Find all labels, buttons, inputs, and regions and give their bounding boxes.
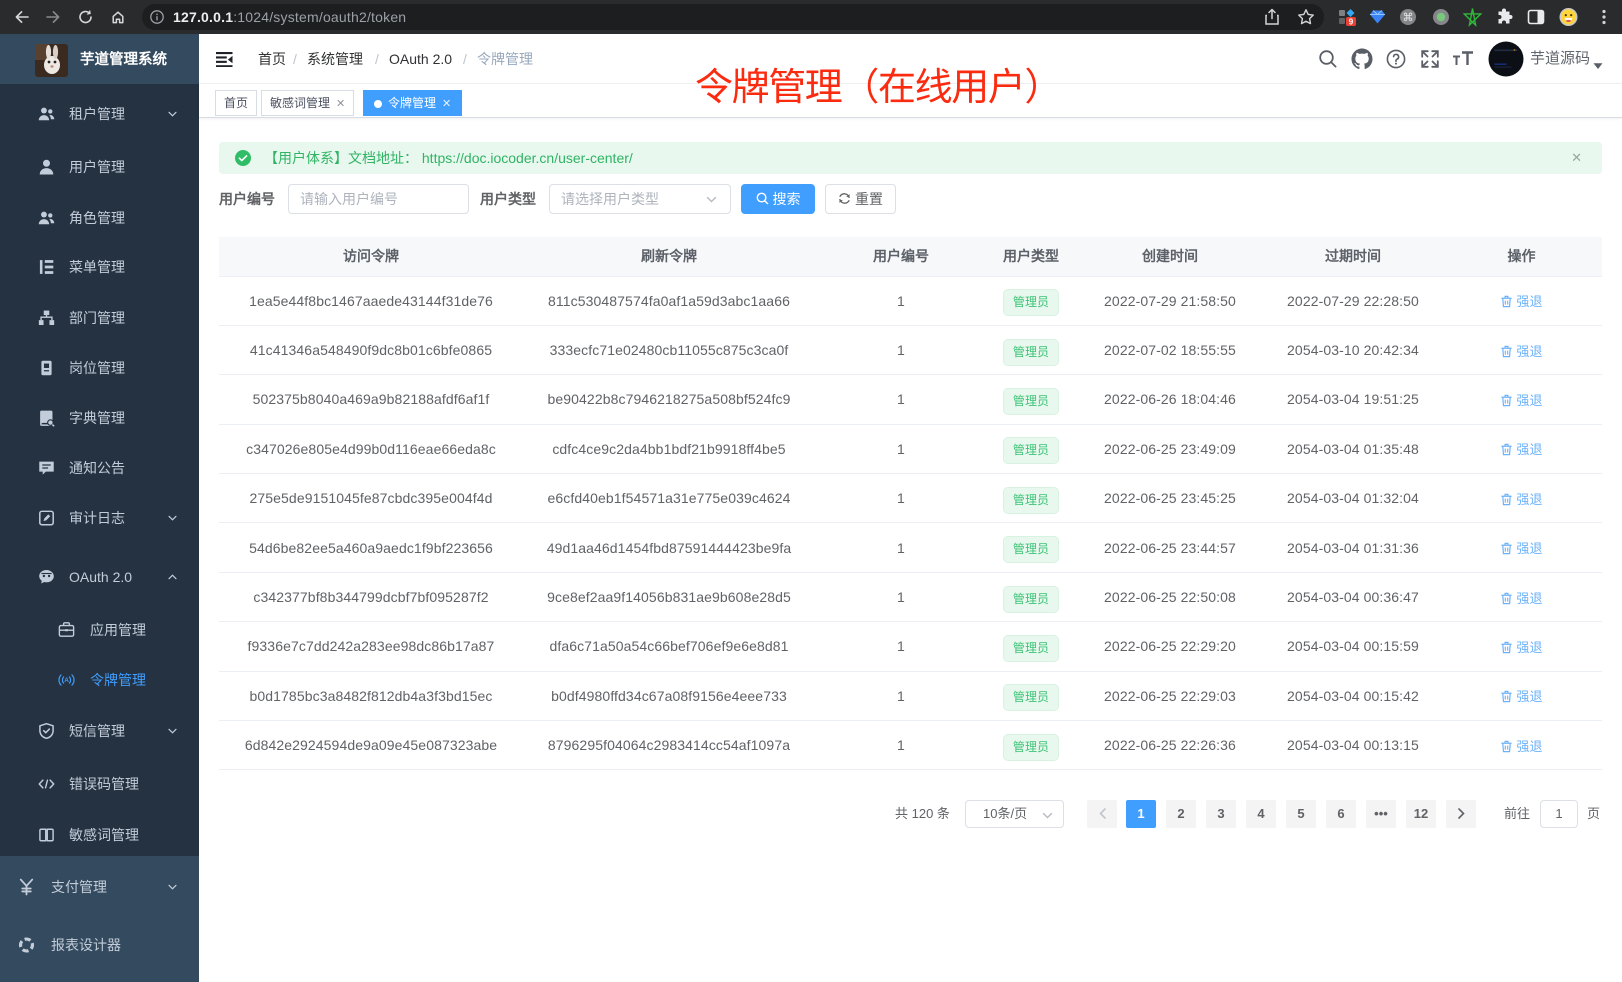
svg-text:9: 9 — [1349, 17, 1354, 26]
svg-text:A: A — [64, 677, 69, 684]
svg-text:⌘: ⌘ — [1403, 12, 1414, 24]
